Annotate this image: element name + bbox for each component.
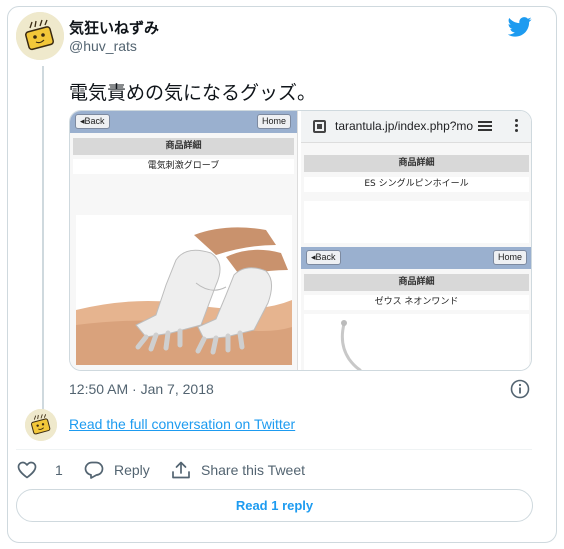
product-photo-area — [304, 201, 529, 243]
avatar[interactable] — [25, 409, 57, 441]
info-icon[interactable] — [510, 379, 530, 399]
heart-icon — [17, 461, 37, 479]
product-name: 電気刺激グローブ — [73, 159, 294, 174]
share-button[interactable]: Share this Tweet — [171, 460, 305, 480]
read-replies-button[interactable]: Read 1 reply — [16, 489, 533, 522]
home-button: Home — [492, 250, 527, 265]
twitter-bird-icon[interactable] — [507, 17, 532, 37]
tweet-media[interactable]: ◂Back Home 商品詳細 電気刺激グローブ 商品詳細 ES シングルピンホ… — [69, 110, 532, 371]
share-label: Share this Tweet — [201, 462, 306, 478]
lock-icon — [313, 120, 326, 133]
home-button: Home — [256, 114, 291, 129]
like-button[interactable]: 1 — [17, 460, 63, 480]
like-count: 1 — [55, 462, 63, 478]
section-title: 商品詳細 — [304, 274, 529, 291]
media-right-panel: 商品詳細 ES シングルピンホイール tarantula.jp/index.ph… — [301, 111, 531, 370]
product-name: ゼウス ネオンワンド — [304, 295, 529, 310]
tweet-timestamp[interactable]: 12:50 AM · Jan 7, 2018 — [69, 381, 214, 397]
reply-button[interactable]: Reply — [84, 460, 150, 480]
user-handle[interactable]: @huv_rats — [69, 38, 137, 54]
reply-icon — [84, 461, 104, 479]
reply-label: Reply — [114, 462, 150, 478]
phone-nav-bar: ◂Back Home — [301, 247, 531, 269]
product-section-1: 商品詳細 ES シングルピンホイール — [304, 155, 529, 192]
product-section-2: 商品詳細 ゼウス ネオンワンド — [304, 269, 529, 310]
product-photo-area — [304, 314, 529, 370]
share-icon — [172, 461, 190, 479]
read-conversation-link[interactable]: Read the full conversation on Twitter — [69, 416, 295, 432]
back-button: ◂Back — [306, 250, 341, 265]
product-photo — [76, 215, 292, 365]
section-title: 商品詳細 — [73, 138, 294, 155]
avatar[interactable] — [16, 12, 64, 60]
browser-url-bar: tarantula.jp/index.php?mo — [301, 111, 531, 143]
tabs-icon — [478, 121, 492, 132]
url-text: tarantula.jp/index.php?mo — [335, 119, 474, 133]
phone-nav-bar: ◂Back Home — [70, 111, 297, 133]
product-name: ES シングルピンホイール — [304, 177, 529, 192]
thread-line — [42, 66, 44, 410]
display-name[interactable]: 気狂いねずみ — [69, 17, 159, 38]
divider — [16, 449, 532, 450]
back-button: ◂Back — [75, 114, 110, 129]
section-title: 商品詳細 — [304, 155, 529, 172]
tweet-text: 電気責めの気になるグッズ。 — [69, 82, 317, 104]
kebab-menu-icon — [515, 119, 519, 135]
back-label: Back — [84, 116, 105, 126]
media-left-panel: ◂Back Home 商品詳細 電気刺激グローブ — [70, 111, 298, 370]
back-label: Back — [315, 252, 336, 262]
